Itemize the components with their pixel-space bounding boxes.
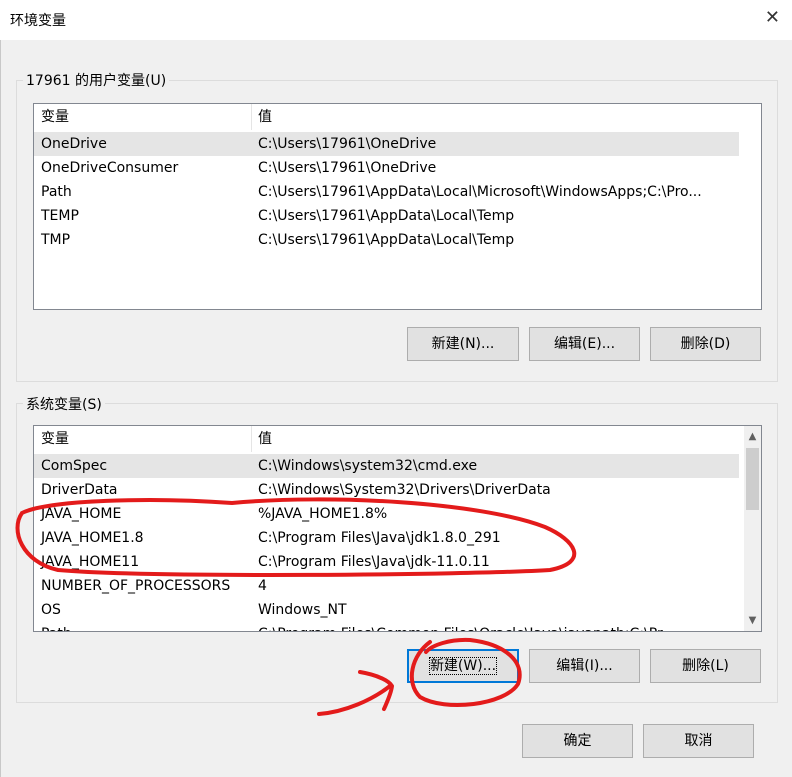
table-row[interactable]: NUMBER_OF_PROCESSORS 4	[34, 574, 739, 598]
column-divider[interactable]	[251, 426, 252, 452]
variable-value-cell: 4	[258, 578, 267, 594]
variable-value-cell: C:\Program Files\Java\jdk-11.0.11	[258, 554, 490, 570]
close-icon[interactable]: ✕	[765, 8, 780, 28]
user-variables-label: 17961 的用户变量(U)	[23, 70, 170, 90]
variable-name-cell: JAVA_HOME1.8	[41, 530, 144, 546]
variable-name-cell: OneDrive	[41, 136, 107, 152]
table-row[interactable]: DriverData C:\Windows\System32\Drivers\Dr…	[34, 478, 739, 502]
table-row[interactable]: ComSpec C:\Windows\system32\cmd.exe	[34, 454, 739, 478]
user-edit-button[interactable]: 编辑(E)...	[529, 327, 640, 361]
variable-value-cell: C:\Users\17961\AppData\Local\Temp	[258, 232, 515, 248]
user-variables-list[interactable]: 变量 值 OneDrive C:\Users\17961\OneDrive OneD…	[33, 103, 762, 310]
user-delete-button[interactable]: 删除(D)	[650, 327, 761, 361]
variable-value-cell: C:\Users\17961\OneDrive	[258, 160, 437, 176]
window-title: 环境变量	[10, 13, 66, 29]
table-row[interactable]: OS Windows_NT	[34, 598, 739, 622]
variable-name-cell: JAVA_HOME	[41, 506, 122, 522]
variable-name-cell: TMP	[41, 232, 71, 248]
variable-name-cell: DriverData	[41, 482, 118, 498]
table-row[interactable]: TEMP C:\Users\17961\AppData\Local\Temp	[34, 204, 739, 228]
scroll-up-arrow-icon[interactable]: ▲	[744, 428, 761, 445]
system-delete-button[interactable]: 删除(L)	[650, 649, 761, 683]
scroll-down-arrow-icon[interactable]: ▼	[744, 612, 761, 629]
table-row[interactable]: OneDriveConsumer C:\Users\17961\OneDrive	[34, 156, 739, 180]
variable-name-cell: Path	[41, 622, 72, 631]
variable-name-cell: OneDriveConsumer	[41, 160, 179, 176]
vertical-scrollbar[interactable]: ▲ ▼	[744, 426, 761, 631]
variable-name-cell: Path	[41, 184, 72, 200]
variable-value-cell: C:\Users\17961\OneDrive	[258, 136, 437, 152]
table-row[interactable]: OneDrive C:\Users\17961\OneDrive	[34, 132, 739, 156]
scrollbar-thumb[interactable]	[746, 448, 759, 510]
table-row[interactable]: JAVA_HOME1.8 C:\Program Files\Java\jdk1.8…	[34, 526, 739, 550]
table-row[interactable]: Path C:\Users\17961\AppData\Local\Microso…	[34, 180, 739, 204]
window-border	[0, 40, 1, 777]
variable-name-cell: OS	[41, 602, 61, 618]
table-row[interactable]: JAVA_HOME11 C:\Program Files\Java\jdk-11.…	[34, 550, 739, 574]
system-new-button[interactable]: 新建(W)...	[407, 649, 519, 683]
variable-value-cell: C:\Windows\System32\Drivers\DriverData	[258, 482, 551, 498]
column-divider[interactable]	[251, 104, 252, 130]
table-row[interactable]: JAVA_HOME %JAVA_HOME1.8%	[34, 502, 739, 526]
variable-name-cell: JAVA_HOME11	[41, 554, 140, 570]
system-variables-list[interactable]: 变量 值 ComSpec C:\Windows\system32\cmd.exe D…	[33, 425, 762, 632]
table-row[interactable]: TMP C:\Users\17961\AppData\Local\Temp	[34, 228, 739, 252]
variable-name-cell: TEMP	[41, 208, 79, 224]
variable-value-cell: Windows_NT	[258, 602, 347, 618]
variable-value-cell: C:\Program Files\Common Files\Oracle\Jav…	[258, 622, 675, 631]
system-edit-button[interactable]: 编辑(I)...	[529, 649, 640, 683]
user-new-button[interactable]: 新建(N)...	[407, 327, 519, 361]
column-header-name[interactable]: 变量	[41, 104, 69, 130]
column-header-name[interactable]: 变量	[41, 426, 69, 452]
variable-value-cell: C:\Users\17961\AppData\Local\Microsoft\W…	[258, 184, 702, 200]
cancel-button[interactable]: 取消	[643, 724, 754, 758]
variable-value-cell: C:\Windows\system32\cmd.exe	[258, 458, 478, 474]
ok-button[interactable]: 确定	[522, 724, 633, 758]
variable-value-cell: %JAVA_HOME1.8%	[258, 506, 388, 522]
variable-name-cell: NUMBER_OF_PROCESSORS	[41, 578, 231, 594]
system-new-button-label: 新建(W)...	[428, 657, 498, 675]
column-header-value[interactable]: 值	[258, 426, 272, 452]
table-row[interactable]: Path C:\Program Files\Common Files\Oracle…	[34, 622, 739, 631]
column-header-value[interactable]: 值	[258, 104, 272, 130]
variable-name-cell: ComSpec	[41, 458, 108, 474]
title-bar: 环境变量 ✕	[0, 0, 792, 40]
variable-value-cell: C:\Users\17961\AppData\Local\Temp	[258, 208, 515, 224]
system-variables-label: 系统变量(S)	[23, 394, 105, 414]
variable-value-cell: C:\Program Files\Java\jdk1.8.0_291	[258, 530, 501, 546]
